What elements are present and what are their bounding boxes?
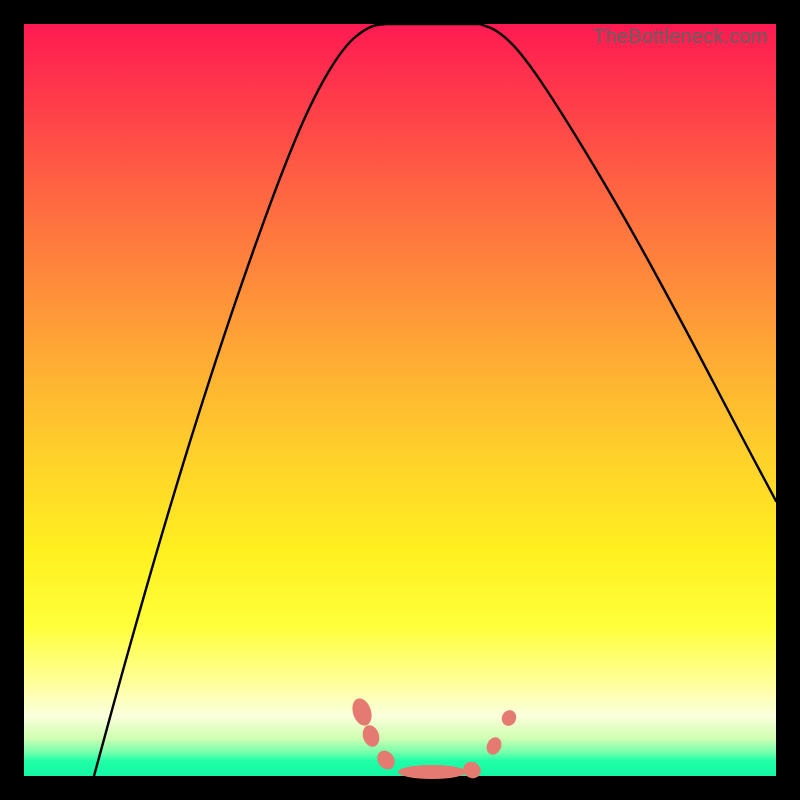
curve-knot	[499, 708, 518, 728]
curve-knot	[374, 747, 399, 773]
outer-frame: TheBottleneck.com	[0, 0, 800, 800]
curve-path	[94, 24, 776, 776]
plot-area: TheBottleneck.com	[24, 24, 776, 776]
knot-group	[349, 696, 519, 782]
curve-knot	[460, 759, 484, 782]
curve-knot	[360, 723, 382, 749]
curve-knot	[484, 735, 504, 757]
curve-knot	[398, 765, 466, 779]
curve-knot	[349, 696, 375, 728]
bottleneck-curve	[24, 24, 776, 776]
